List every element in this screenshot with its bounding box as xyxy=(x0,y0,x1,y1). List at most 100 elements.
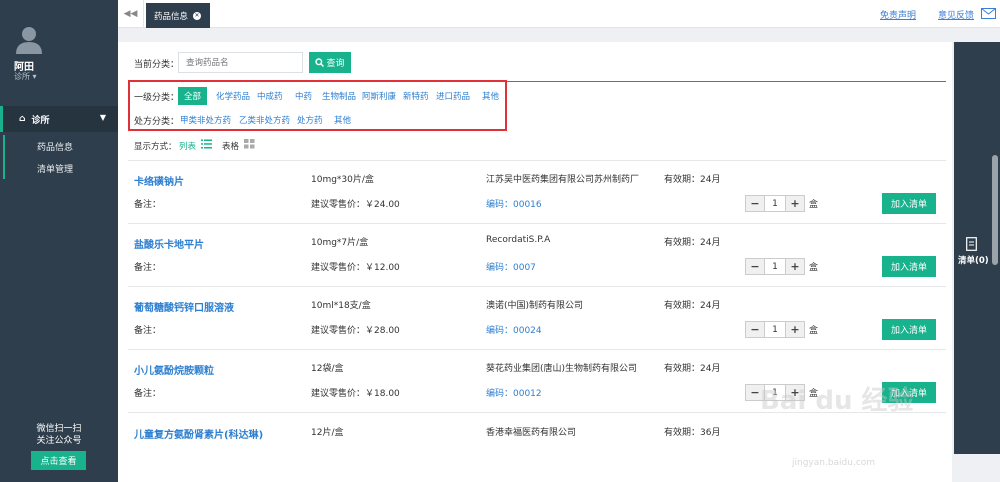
view-qr-button[interactable]: 点击查看 xyxy=(31,451,86,470)
home-icon: ⌂ xyxy=(19,114,26,124)
product-code[interactable]: 编码：00016 xyxy=(486,197,542,210)
product-code[interactable]: 编码：00024 xyxy=(486,323,542,336)
product-name[interactable]: 葡萄糖酸钙锌口服溶液 xyxy=(134,299,234,314)
add-to-list-button[interactable]: 加入清单 xyxy=(882,319,936,340)
disclaimer-link[interactable]: 免责声明 xyxy=(880,8,916,21)
rx-other[interactable]: 其他 xyxy=(334,114,351,126)
product-maker: 香港幸福医药有限公司 xyxy=(486,428,577,438)
tab-scroll-left-icon[interactable]: ◀◀ xyxy=(118,0,144,28)
product-validity: 有效期：24月 xyxy=(664,238,721,248)
product-price: 建议零售价：￥24.00 xyxy=(311,200,400,210)
product-spec: 10ml*18支/盒 xyxy=(311,301,371,311)
product-maker: 澳诺(中国)制药有限公司 xyxy=(486,301,584,311)
grid-icon[interactable] xyxy=(244,139,255,149)
watermark-logo: Bai du 经验 xyxy=(760,386,914,416)
list-icon[interactable] xyxy=(201,139,212,149)
product-spec: 10mg*30片/盒 xyxy=(311,175,374,185)
category-tcm[interactable]: 中药 xyxy=(295,90,312,102)
product-validity: 有效期：24月 xyxy=(664,364,721,374)
quantity-input[interactable]: 1 xyxy=(765,258,785,275)
search-button[interactable]: 查询 xyxy=(309,52,351,73)
close-icon[interactable]: ✕ xyxy=(193,11,202,20)
product-code[interactable]: 编码：00012 xyxy=(486,386,542,399)
rx-class-b-otc[interactable]: 乙类非处方药 xyxy=(239,114,290,126)
category-chinese-patent[interactable]: 中成药 xyxy=(257,90,283,102)
display-list-option[interactable]: 列表 xyxy=(179,140,196,152)
product-name[interactable]: 卡络磺钠片 xyxy=(134,173,184,188)
increase-button[interactable]: + xyxy=(785,195,805,212)
search-button-label: 查询 xyxy=(326,59,345,69)
divider xyxy=(128,223,946,224)
clinic-label: 诊所 xyxy=(14,72,30,81)
divider xyxy=(128,160,946,161)
product-maker: 江苏吴中医药集团有限公司苏州制药厂 xyxy=(486,175,640,185)
quantity-input[interactable]: 1 xyxy=(765,195,785,212)
nav-section-clinic[interactable]: ⌂ 诊所 ▼ xyxy=(0,106,118,132)
quantity-unit: 盒 xyxy=(809,263,819,273)
product-note: 备注： xyxy=(134,326,162,336)
category-astrazeneca[interactable]: 阿斯利康 xyxy=(362,90,396,102)
qr-text-line2: 关注公众号 xyxy=(36,436,82,446)
product-name[interactable]: 小儿氨酚烷胺颗粒 xyxy=(134,362,214,377)
category-imported[interactable]: 进口药品 xyxy=(436,90,470,102)
search-input[interactable] xyxy=(178,52,303,73)
watermark-url: jingyan.baidu.com xyxy=(792,458,876,468)
list-document-icon[interactable] xyxy=(966,237,977,251)
category-all[interactable]: 全部 xyxy=(178,87,208,105)
decrease-button[interactable]: − xyxy=(745,321,765,338)
sidebar-item-label: 清单管理 xyxy=(37,164,74,175)
product-note: 备注： xyxy=(134,389,162,399)
product-maker: 葵花药业集团(唐山)生物制药有限公司 xyxy=(486,364,638,374)
divider xyxy=(128,349,946,350)
sidebar-item-label: 药品信息 xyxy=(37,142,74,153)
product-validity: 有效期：24月 xyxy=(664,301,721,311)
feedback-link[interactable]: 意见反馈 xyxy=(938,8,974,21)
feedback-label: 意见反馈 xyxy=(938,11,975,21)
category-new-drug[interactable]: 新特药 xyxy=(403,90,429,102)
product-name[interactable]: 盐酸乐卡地平片 xyxy=(134,236,204,251)
scrollbar-thumb[interactable] xyxy=(992,155,998,265)
clinic-dropdown[interactable]: 诊所 ▾ xyxy=(14,71,37,82)
category-biologic[interactable]: 生物制品 xyxy=(322,90,356,102)
display-table-option[interactable]: 表格 xyxy=(222,140,239,152)
tab-label: 药品信息 xyxy=(154,11,189,22)
category-chemical[interactable]: 化学药品 xyxy=(216,90,250,102)
product-name[interactable]: 儿童复方氨酚肾素片(科达琳) xyxy=(134,426,263,441)
product-price: 建议零售价：￥12.00 xyxy=(311,263,400,273)
mail-icon[interactable] xyxy=(981,8,996,19)
sidebar-item-drug-info[interactable]: 药品信息 xyxy=(3,135,118,157)
increase-button[interactable]: + xyxy=(785,321,805,338)
quantity-stepper: − 1 + 盒 xyxy=(745,321,818,338)
product-validity: 有效期：36月 xyxy=(664,428,721,438)
display-mode-label: 显示方式： xyxy=(134,142,177,152)
add-to-list-button[interactable]: 加入清单 xyxy=(882,193,936,214)
quantity-stepper: − 1 + 盒 xyxy=(745,195,818,212)
add-to-list-button[interactable]: 加入清单 xyxy=(882,256,936,277)
increase-button[interactable]: + xyxy=(785,258,805,275)
rx-category-label: 处方分类： xyxy=(134,117,180,127)
rx-class-a-otc[interactable]: 甲类非处方药 xyxy=(180,114,231,126)
product-validity: 有效期：24月 xyxy=(664,175,721,185)
sidebar-item-list-manage[interactable]: 清单管理 xyxy=(3,157,118,179)
product-note: 备注： xyxy=(134,263,162,273)
product-code[interactable]: 编码：0007 xyxy=(486,260,536,273)
cart-count-label[interactable]: 清单(0) xyxy=(958,254,989,266)
product-spec: 12片/盒 xyxy=(311,428,344,438)
user-avatar-icon[interactable] xyxy=(14,24,44,54)
quantity-unit: 盒 xyxy=(809,200,819,210)
decrease-button[interactable]: − xyxy=(745,195,765,212)
search-icon xyxy=(315,58,325,67)
quantity-stepper: − 1 + 盒 xyxy=(745,258,818,275)
rx-prescription[interactable]: 处方药 xyxy=(297,114,323,126)
current-category-label: 当前分类： xyxy=(134,60,180,70)
quantity-input[interactable]: 1 xyxy=(765,321,785,338)
product-price: 建议零售价：￥28.00 xyxy=(311,326,400,336)
quantity-unit: 盒 xyxy=(809,326,819,336)
divider xyxy=(128,286,946,287)
sidebar: 阿田 诊所 ▾ ⌂ 诊所 ▼ 药品信息 清单管理 微信扫一扫 关注公众号 点击查… xyxy=(0,0,118,482)
category-other[interactable]: 其他 xyxy=(482,90,499,102)
product-maker: RecordatiS.P.A xyxy=(486,235,551,245)
nav-section-label: 诊所 xyxy=(31,115,50,126)
tab-drug-info[interactable]: 药品信息 ✕ xyxy=(146,3,210,28)
decrease-button[interactable]: − xyxy=(745,258,765,275)
